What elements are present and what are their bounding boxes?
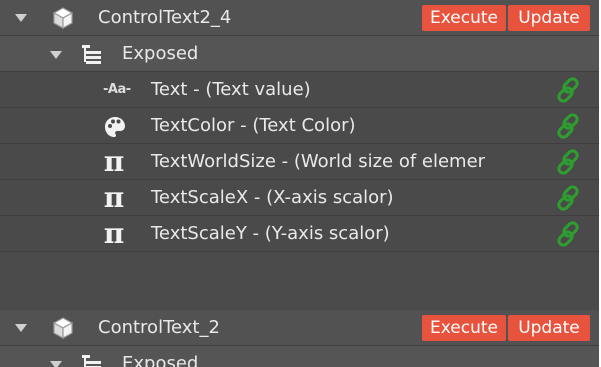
node-name: ControlText_2 xyxy=(98,317,220,338)
tree-node-controltext2-4[interactable]: ControlText2_4 Execute Update xyxy=(0,0,599,36)
property-row-textworldsize[interactable]: π TextWorldSize - (World size of elemer xyxy=(0,144,599,180)
tree-list-icon xyxy=(80,43,104,65)
group-label: Exposed xyxy=(122,43,199,64)
link-icon[interactable] xyxy=(553,183,585,213)
cube-icon xyxy=(50,315,76,341)
link-icon[interactable] xyxy=(553,111,585,141)
pi-icon: π xyxy=(103,144,125,178)
update-button[interactable]: Update xyxy=(508,5,590,31)
property-row-textcolor[interactable]: TextColor - (Text Color) xyxy=(0,108,599,144)
execute-button[interactable]: Execute xyxy=(422,315,506,341)
node-name: ControlText2_4 xyxy=(98,7,232,28)
expand-arrow-icon[interactable] xyxy=(50,51,62,59)
link-icon[interactable] xyxy=(553,219,585,249)
palette-icon xyxy=(102,114,128,140)
tree-group-exposed[interactable]: Exposed xyxy=(0,346,599,367)
pi-icon: π xyxy=(103,180,125,214)
expand-arrow-icon[interactable] xyxy=(15,324,27,332)
property-row-text[interactable]: -Aa- Text - (Text value) xyxy=(0,72,599,108)
properties-tree-panel: ControlText2_4 Execute Update Exposed -A… xyxy=(0,0,599,367)
property-label: Text - (Text value) xyxy=(151,79,311,100)
property-label: TextColor - (Text Color) xyxy=(151,115,356,136)
tree-node-controltext-2[interactable]: ControlText_2 Execute Update xyxy=(0,310,599,346)
execute-button[interactable]: Execute xyxy=(422,5,506,31)
update-button[interactable]: Update xyxy=(508,315,590,341)
tree-list-icon xyxy=(80,353,104,367)
property-row-textscalex[interactable]: π TextScaleX - (X-axis scalor) xyxy=(0,180,599,216)
pi-icon: π xyxy=(103,216,125,250)
cube-icon xyxy=(50,5,76,31)
property-label: TextScaleX - (X-axis scalor) xyxy=(151,187,394,208)
expand-arrow-icon[interactable] xyxy=(15,14,27,22)
tree-group-exposed[interactable]: Exposed xyxy=(0,36,599,72)
link-icon[interactable] xyxy=(553,75,585,105)
property-label: TextWorldSize - (World size of elemer xyxy=(151,151,486,172)
property-row-textscaley[interactable]: π TextScaleY - (Y-axis scalor) xyxy=(0,216,599,252)
group-label: Exposed xyxy=(122,353,199,367)
link-icon[interactable] xyxy=(553,147,585,177)
property-label: TextScaleY - (Y-axis scalor) xyxy=(151,223,390,244)
text-field-icon: -Aa- xyxy=(103,82,131,97)
expand-arrow-icon[interactable] xyxy=(50,361,62,367)
